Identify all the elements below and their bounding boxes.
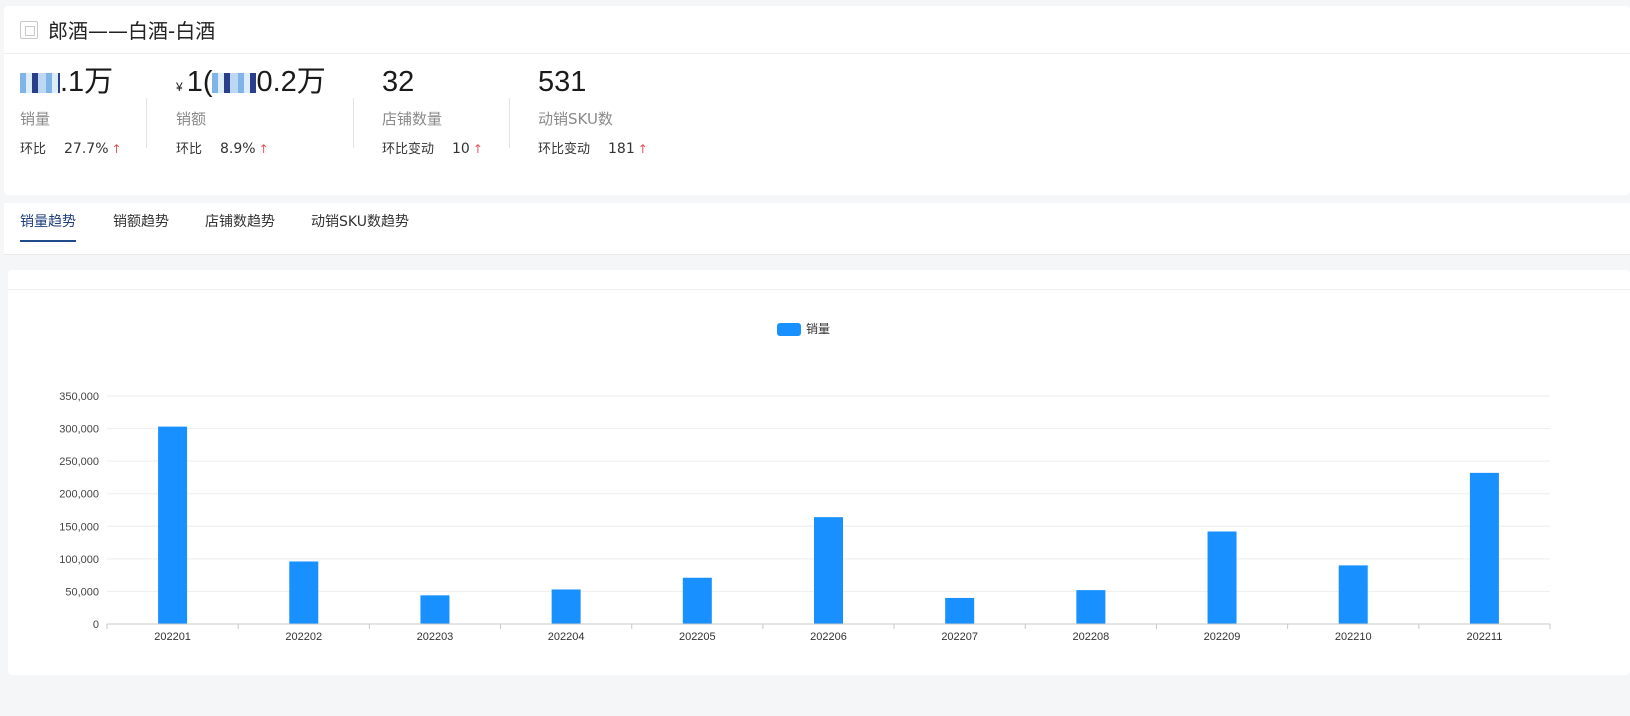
metric-active-sku: 531 动销SKU数 环比变动 181 ↑ <box>538 64 648 159</box>
arrow-up-icon: ↑ <box>637 142 648 156</box>
trend-tabs: 销量趋势 销额趋势 店铺数趋势 动销SKU数趋势 <box>4 203 1630 255</box>
chart-card: 销量 0 50,000 100,000 150,000 200,000 250,000 30… <box>8 270 1630 675</box>
x-tick-label: 202210 <box>1335 631 1372 643</box>
bar-202201[interactable] <box>158 426 188 624</box>
y-tick-label: 150,000 <box>59 521 99 533</box>
summary-card: 郎酒——白酒-白酒 .1万 销量 环比 27.7% ↑ ¥1(0.2万 销额 环比 8… <box>4 6 1630 195</box>
tab-sales-volume-trend[interactable]: 销量趋势 <box>20 203 76 255</box>
metric-value-suffix: .1万 <box>60 66 114 98</box>
divider <box>509 98 510 148</box>
legend-swatch <box>777 323 801 336</box>
sales-volume-bar-chart: 销量 0 50,000 100,000 150,000 200,000 250,000 30… <box>59 322 1551 643</box>
x-tick-label: 202207 <box>941 631 978 643</box>
metric-label: 销额 <box>176 110 207 128</box>
redacted-mosaic <box>20 73 60 94</box>
metric-change: 环比变动 10 ↑ <box>382 140 483 159</box>
y-tick-label: 0 <box>93 619 99 631</box>
bar-202209[interactable] <box>1207 531 1237 624</box>
bar-202203[interactable] <box>420 595 450 624</box>
divider <box>146 98 147 148</box>
x-tick-label: 202208 <box>1073 631 1110 643</box>
metric-sales-amount: ¥1( 0.2万 销额 环比 8.9% ↑ <box>176 64 326 159</box>
tab-sales-amount-trend[interactable]: 销额趋势 <box>113 203 169 255</box>
y-tick-label: 350,000 <box>59 391 99 403</box>
divider <box>8 289 1630 290</box>
metric-label: 动销SKU数 <box>538 110 613 128</box>
x-tick-label: 202201 <box>154 631 191 643</box>
bar-202210[interactable] <box>1338 565 1368 624</box>
divider <box>353 98 354 148</box>
metric-value-suffix: 0.2万 <box>256 66 326 98</box>
legend-label: 销量 <box>806 322 830 336</box>
x-tick-label: 202211 <box>1466 631 1502 643</box>
metric-value: .1万 <box>20 64 122 100</box>
bar-202202[interactable] <box>289 561 319 624</box>
metric-value-prefix: 1( <box>186 66 213 98</box>
title-row: 郎酒——白酒-白酒 <box>4 6 1630 54</box>
metrics-row: .1万 销量 环比 27.7% ↑ ¥1(0.2万 销额 环比 8.9% ↑ 32 店铺… <box>4 64 1630 184</box>
x-tick-label: 202202 <box>285 631 322 643</box>
metric-change: 环比 8.9% ↑ <box>176 140 326 159</box>
y-tick-label: 100,000 <box>59 554 99 566</box>
y-tick-label: 50,000 <box>65 586 99 598</box>
chart-legend[interactable]: 销量 <box>777 322 830 336</box>
bar-202207[interactable] <box>945 597 975 624</box>
bar-202204[interactable] <box>551 589 581 624</box>
y-tick-label: 200,000 <box>59 489 99 501</box>
metric-value: 32 <box>382 66 415 98</box>
report-icon <box>20 20 38 39</box>
arrow-up-icon: ↑ <box>258 142 269 156</box>
change-label: 环比 <box>176 142 203 157</box>
x-tick-label: 202209 <box>1204 631 1241 643</box>
bar-202208[interactable] <box>1076 590 1106 624</box>
bar-202205[interactable] <box>682 577 712 624</box>
metric-label: 店铺数量 <box>382 110 443 128</box>
change-value: 181 <box>608 141 635 157</box>
metric-value: ¥1( 0.2万 <box>176 64 326 100</box>
tab-active-sku-trend[interactable]: 动销SKU数趋势 <box>311 203 409 255</box>
bar-202206[interactable] <box>814 517 843 624</box>
x-tick-label: 202206 <box>810 631 847 643</box>
y-tick-label: 250,000 <box>59 456 99 468</box>
currency-symbol: ¥ <box>176 80 183 94</box>
arrow-up-icon: ↑ <box>111 142 122 156</box>
page-title: 郎酒——白酒-白酒 <box>48 19 216 43</box>
metric-change: 环比变动 181 ↑ <box>538 140 648 159</box>
change-value: 10 <box>452 141 470 157</box>
metric-change: 环比 27.7% ↑ <box>20 140 122 159</box>
change-value: 8.9% <box>220 141 256 157</box>
x-tick-label: 202204 <box>548 631 585 643</box>
arrow-up-icon: ↑ <box>472 142 483 156</box>
change-label: 环比 <box>20 142 47 157</box>
metric-label: 销量 <box>20 110 51 128</box>
metric-sales-volume: .1万 销量 环比 27.7% ↑ <box>20 64 122 159</box>
metric-value: 531 <box>538 66 587 98</box>
metric-store-count: 32 店铺数量 环比变动 10 ↑ <box>382 64 483 159</box>
bar-202211[interactable] <box>1469 472 1499 624</box>
change-label: 环比变动 <box>382 142 435 157</box>
x-tick-label: 202205 <box>679 631 716 643</box>
tab-store-count-trend[interactable]: 店铺数趋势 <box>205 203 275 255</box>
change-value: 27.7% <box>64 141 109 157</box>
redacted-mosaic <box>212 73 257 94</box>
y-tick-label: 300,000 <box>59 424 99 436</box>
change-label: 环比变动 <box>538 142 591 157</box>
x-tick-label: 202203 <box>417 631 454 643</box>
